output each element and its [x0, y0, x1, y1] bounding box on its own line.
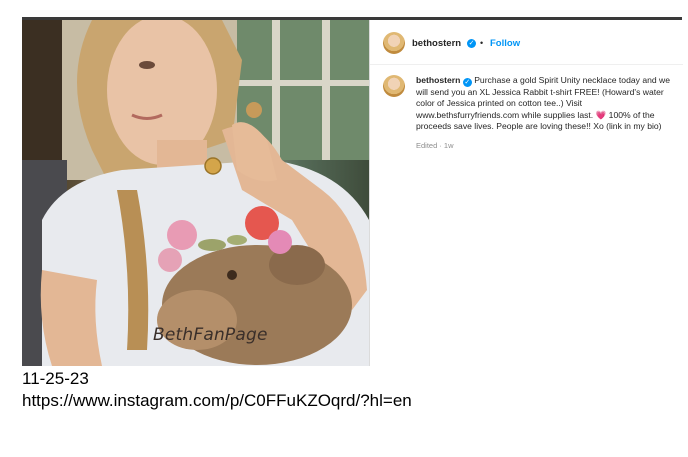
post-photo[interactable]: BethFanPage [22, 20, 369, 366]
instagram-post: BethFanPage bethostern ✓ • Follow bethos… [22, 17, 683, 366]
caption-avatar[interactable] [383, 75, 405, 97]
photo-watermark: BethFanPage [153, 325, 268, 345]
verified-badge-icon: ✓ [467, 39, 476, 48]
post-edited-meta: Edited · 1w [416, 141, 454, 150]
separator-dot: • [480, 38, 484, 48]
post-caption: bethostern ✓ Purchase a gold Spirit Unit… [416, 75, 678, 133]
post-sidebar: bethostern ✓ • Follow bethostern ✓ Purch… [369, 20, 683, 366]
photo-illustration [22, 20, 369, 366]
caption-verified-badge-icon: ✓ [462, 78, 472, 87]
post-header: bethostern ✓ • Follow [370, 20, 683, 65]
caption-username[interactable]: bethostern [416, 75, 460, 85]
header-username[interactable]: bethostern [412, 38, 461, 49]
avatar[interactable] [383, 32, 405, 54]
annotation-url: https://www.instagram.com/p/C0FFuKZOqrd/… [22, 391, 412, 410]
annotation-date: 11-25-23 [22, 369, 89, 388]
follow-button[interactable]: Follow [490, 38, 520, 49]
